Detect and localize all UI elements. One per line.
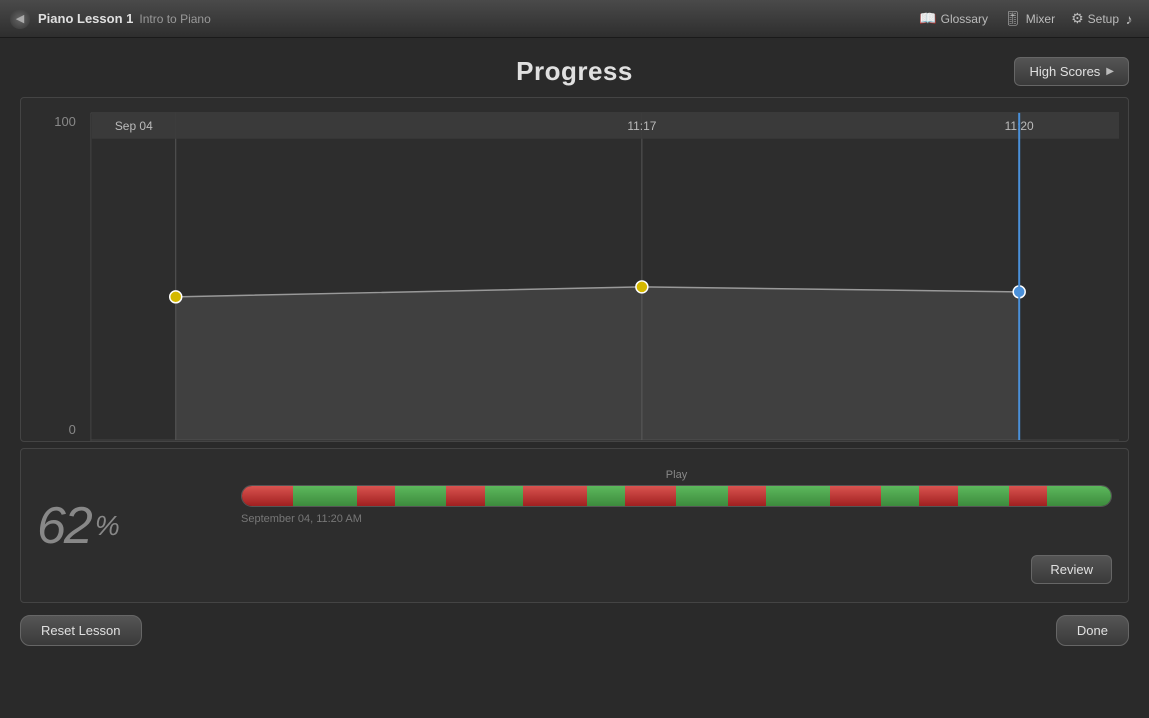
mixer-nav[interactable]: 🎚 Mixer [1004, 10, 1055, 27]
play-section: Play September 04, 11:20 AM [241, 469, 1112, 525]
progress-segment [830, 486, 881, 506]
score-number: 62 [37, 496, 91, 556]
footer: Reset Lesson Done [20, 603, 1129, 646]
progress-segment [766, 486, 830, 506]
svg-text:0: 0 [69, 422, 76, 437]
glossary-nav[interactable]: 📖 Glossary [919, 10, 988, 27]
progress-segment [881, 486, 919, 506]
progress-segment [395, 486, 446, 506]
done-label: Done [1077, 623, 1108, 638]
progress-segment [1047, 486, 1111, 506]
high-scores-label: High Scores [1029, 64, 1100, 79]
setup-label: Setup [1088, 12, 1119, 26]
progress-segment [728, 486, 766, 506]
glossary-label: Glossary [941, 12, 988, 26]
chart-point-1 [170, 291, 182, 303]
play-label: Play [241, 469, 1112, 481]
progress-segment [523, 486, 587, 506]
reset-lesson-button[interactable]: Reset Lesson [20, 615, 142, 646]
svg-text:100: 100 [54, 114, 76, 129]
progress-segment [958, 486, 1009, 506]
progress-segment [676, 486, 727, 506]
progress-bar [241, 485, 1112, 507]
chart-svg: 100 0 Sep 04 11:17 11:20 [21, 98, 1128, 441]
page-title: Progress [516, 56, 633, 87]
progress-segment [293, 486, 357, 506]
score-percent: % [95, 510, 120, 542]
chart-point-2 [636, 281, 648, 293]
mixer-icon: 🎚 [1004, 10, 1022, 27]
lesson-subtitle: Intro to Piano [139, 12, 210, 26]
lesson-title: Piano Lesson 1 [38, 11, 133, 26]
back-button[interactable]: ◀ [10, 9, 30, 29]
score-display: 62 % [37, 496, 120, 556]
setup-nav[interactable]: ⚙ Setup [1071, 10, 1119, 27]
reset-lesson-label: Reset Lesson [41, 623, 121, 638]
progress-segment [446, 486, 484, 506]
review-button[interactable]: Review [1031, 555, 1112, 584]
music-icon[interactable]: ♪ [1119, 9, 1139, 29]
progress-segment [587, 486, 625, 506]
progress-segment [357, 486, 395, 506]
svg-text:11:17: 11:17 [627, 119, 656, 133]
bottom-panel: 62 % Play September 04, 11:20 AM Review [20, 448, 1129, 603]
titlebar: ◀ Piano Lesson 1 Intro to Piano 📖 Glossa… [0, 0, 1149, 38]
main-content: Progress High Scores 100 0 Sep 04 [0, 38, 1149, 646]
date-label: September 04, 11:20 AM [241, 513, 1112, 525]
svg-text:Sep 04: Sep 04 [115, 119, 153, 133]
progress-chart: 100 0 Sep 04 11:17 11:20 [20, 97, 1129, 442]
progress-segment [1009, 486, 1047, 506]
done-button[interactable]: Done [1056, 615, 1129, 646]
progress-segment [919, 486, 957, 506]
progress-segment [625, 486, 676, 506]
review-label: Review [1050, 562, 1093, 577]
progress-segment [242, 486, 293, 506]
setup-icon: ⚙ [1071, 10, 1084, 27]
glossary-icon: 📖 [919, 10, 936, 27]
high-scores-button[interactable]: High Scores [1014, 57, 1129, 86]
page-title-area: Progress High Scores [20, 38, 1129, 97]
mixer-label: Mixer [1026, 12, 1055, 26]
progress-segment [485, 486, 523, 506]
